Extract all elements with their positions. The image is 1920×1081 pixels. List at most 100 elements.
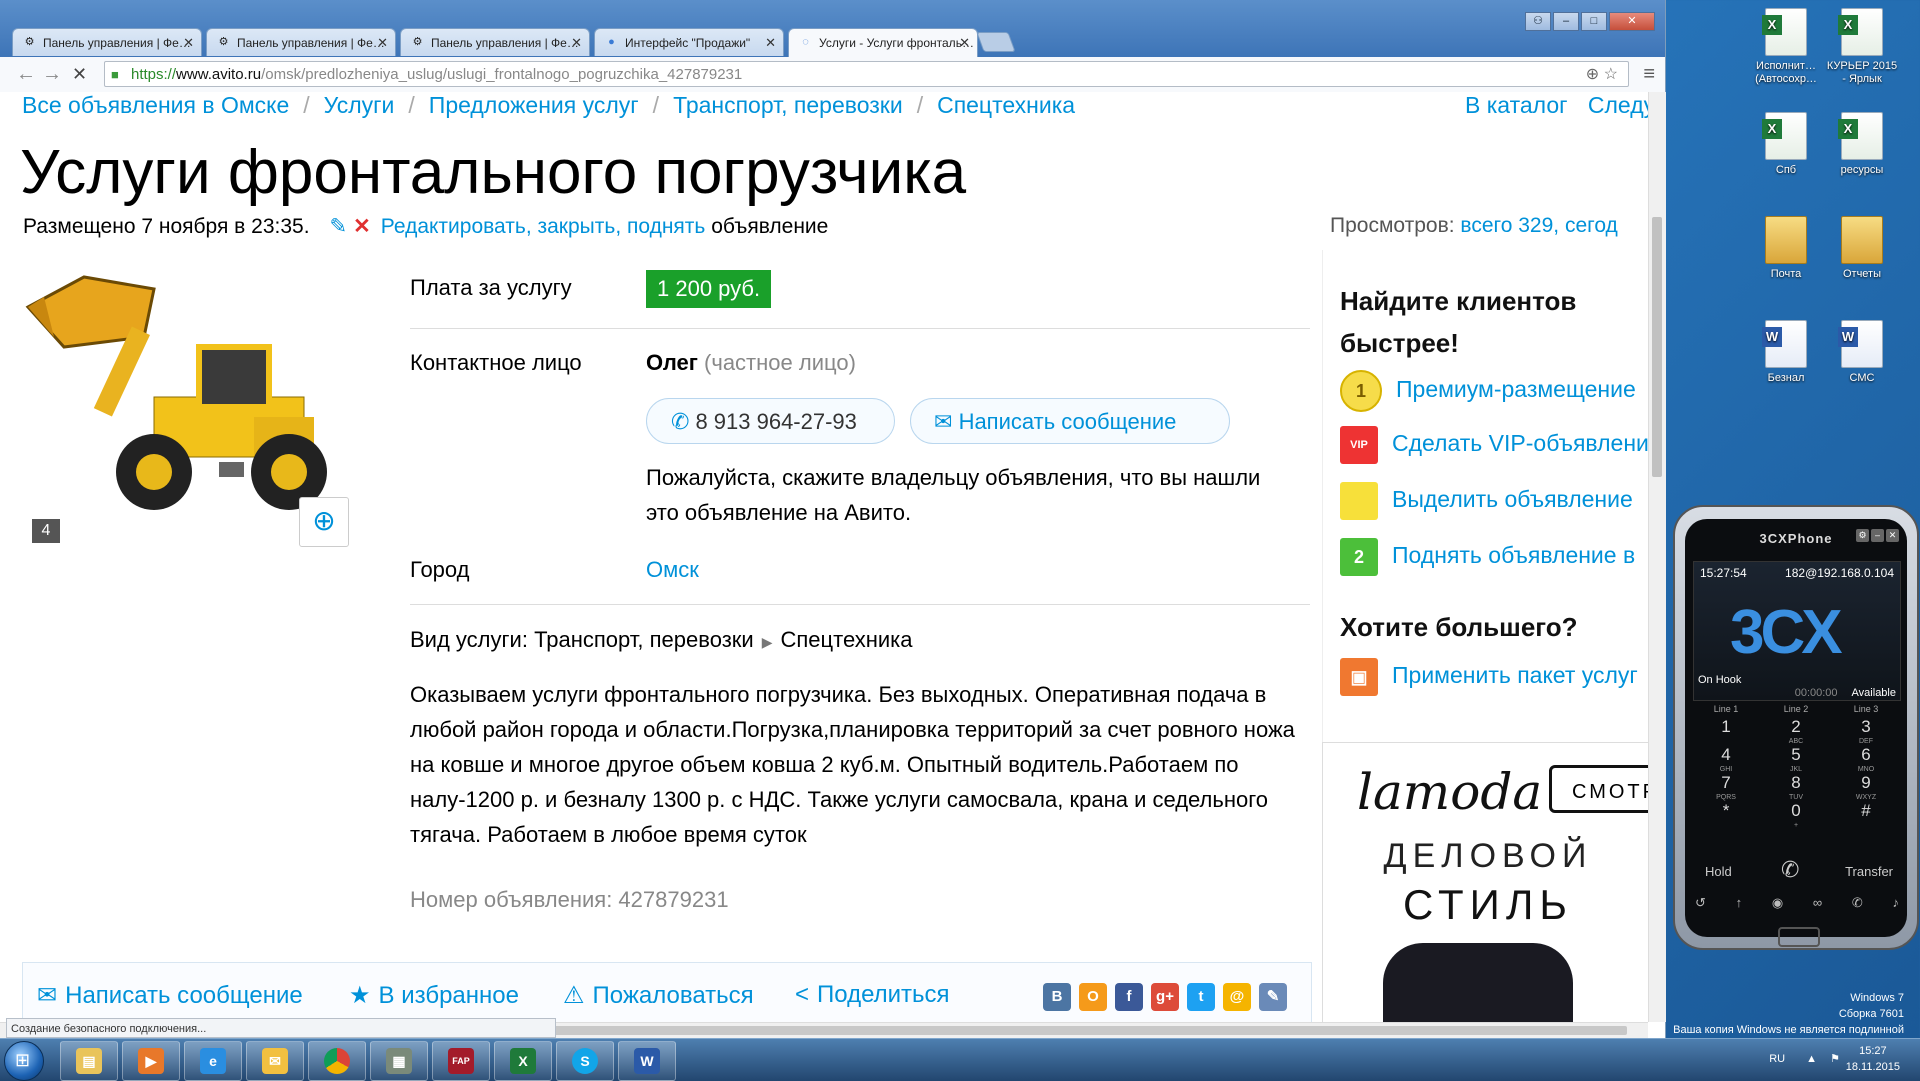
promo-premium[interactable]: 1 Премиум-размещение	[1340, 370, 1636, 412]
next-link[interactable]: Следу	[1588, 92, 1648, 118]
tray-clock[interactable]: 15:27 18.11.2015	[1846, 1043, 1900, 1075]
dialpad-key-7[interactable]: 7 PQRS	[1693, 772, 1759, 802]
catalog-link[interactable]: В каталог	[1465, 92, 1568, 118]
edit-link[interactable]: Редактировать, закрыть, поднять	[381, 215, 706, 238]
taskbar-skype[interactable]: S	[556, 1041, 614, 1081]
conference-icon[interactable]: ✆	[1852, 895, 1863, 911]
favorite-action[interactable]: ★ В избранное	[349, 981, 519, 1010]
lamoda-banner[interactable]: lamoda СМОТР ДЕЛОВОЙ СТИЛЬ	[1322, 742, 1648, 1022]
dialpad-key-4[interactable]: 4 GHI	[1693, 744, 1759, 774]
pencil-icon[interactable]: ✎	[330, 215, 348, 238]
promo-package-label[interactable]: Применить пакет услуг	[1392, 662, 1638, 688]
dialpad-key-2[interactable]: 2 ABC	[1763, 716, 1829, 746]
taskbar-explorer[interactable]: ▤	[60, 1041, 118, 1081]
contacts-icon[interactable]: ◉	[1772, 895, 1783, 911]
promo-raise-label[interactable]: Поднять объявление в	[1392, 542, 1635, 568]
address-bar[interactable]: ■ https://www.avito.ru/omsk/predlozheniya…	[104, 61, 1629, 87]
minimize-button[interactable]: –	[1553, 12, 1579, 31]
banner-button[interactable]: СМОТР	[1549, 765, 1648, 813]
back-icon[interactable]: ←	[16, 63, 36, 86]
taskbar-chrome[interactable]	[308, 1041, 366, 1081]
listing-photo[interactable]: 4 ⊕	[24, 267, 354, 547]
phone-home-button[interactable]	[1778, 927, 1820, 947]
call-log-icon[interactable]: ↺	[1695, 895, 1706, 911]
close-window-button[interactable]: ✕	[1609, 12, 1655, 31]
tab-3[interactable]: ⚙ Панель управления | Фе… ✕	[400, 28, 590, 56]
close-icon[interactable]: ✕	[183, 29, 194, 56]
promo-vip-label[interactable]: Сделать VIP-объявлени	[1392, 430, 1648, 456]
dialpad-key-8[interactable]: 8 TUV	[1763, 772, 1829, 802]
zoom-in-icon[interactable]: ⊕	[299, 497, 349, 547]
phone-button[interactable]: ✆ 8 913 964-27-93	[646, 398, 895, 444]
desktop-icon-resources[interactable]: ресурсы	[1826, 112, 1898, 177]
language-indicator[interactable]: RU	[1769, 1053, 1785, 1065]
show-hidden-icons[interactable]: ▲	[1806, 1053, 1817, 1065]
taskbar-excel[interactable]: X	[494, 1041, 552, 1081]
write-message-action[interactable]: ✉ Написать сообщение	[37, 981, 303, 1010]
promo-premium-label[interactable]: Премиум-размещение	[1396, 376, 1636, 402]
desktop-icon-kurer[interactable]: КУРЬЕР 2015 - Ярлык	[1826, 8, 1898, 86]
taskbar-app[interactable]: ▦	[370, 1041, 428, 1081]
settings-icon[interactable]: ⚙	[1856, 529, 1869, 542]
desktop-icon-spb[interactable]: Спб	[1750, 112, 1822, 177]
delete-icon[interactable]: ✕	[353, 215, 371, 238]
odnoklassniki-icon[interactable]: О	[1079, 983, 1107, 1011]
send-message-button[interactable]: ✉ Написать сообщение	[910, 398, 1230, 444]
dialpad-key-3[interactable]: 3 DEF	[1833, 716, 1899, 746]
promo-raise[interactable]: 2 Поднять объявление в	[1340, 538, 1635, 576]
taskbar-fap[interactable]: FAP	[432, 1041, 490, 1081]
forward-icon[interactable]: →	[42, 63, 62, 86]
desktop-icon-beznal[interactable]: Безнал	[1750, 320, 1822, 385]
taskbar-ie[interactable]: e	[184, 1041, 242, 1081]
close-icon[interactable]: ✕	[377, 29, 388, 56]
city-link[interactable]: Омск	[646, 557, 699, 583]
new-tab-button[interactable]	[976, 32, 1016, 52]
promo-highlight-label[interactable]: Выделить объявление	[1392, 486, 1633, 512]
dialpad-key-6[interactable]: 6 MNO	[1833, 744, 1899, 774]
voicemail-icon[interactable]: ∞	[1813, 895, 1822, 911]
promo-vip[interactable]: VIP Сделать VIP-объявлени	[1340, 426, 1648, 464]
availability-status[interactable]: 00:00:00 Available	[1795, 687, 1896, 699]
breadcrumb-all-omsk[interactable]: Все объявления в Омске	[22, 92, 289, 118]
desktop-icon-sms[interactable]: СМС	[1826, 320, 1898, 385]
taskbar-mail[interactable]: ✉	[246, 1041, 304, 1081]
breadcrumb-services[interactable]: Услуги	[324, 92, 395, 118]
dialpad-key-5[interactable]: 5 JKL	[1763, 744, 1829, 774]
tab-4[interactable]: ● Интерфейс "Продажи" ✕	[594, 28, 784, 56]
stop-loading-icon[interactable]: ✕	[72, 64, 87, 85]
line-2-button[interactable]: Line 2	[1763, 702, 1829, 716]
vertical-scrollbar[interactable]	[1648, 92, 1666, 1022]
breadcrumb-transport[interactable]: Транспорт, перевозки	[673, 92, 903, 118]
vk-icon[interactable]: В	[1043, 983, 1071, 1011]
mailru-icon[interactable]: @	[1223, 983, 1251, 1011]
close-icon[interactable]: ✕	[765, 29, 776, 56]
network-flag-icon[interactable]: ⚑	[1830, 1053, 1840, 1065]
start-button[interactable]: ⊞	[4, 1041, 44, 1081]
desktop-icon-ispolnit[interactable]: Исполнит… (Автосохр…	[1750, 8, 1822, 86]
menu-icon[interactable]: ≡	[1643, 63, 1655, 86]
promo-highlight[interactable]: Выделить объявление	[1340, 482, 1633, 520]
promo-package[interactable]: ▣ Применить пакет услуг	[1340, 658, 1638, 696]
breadcrumb-special-machinery[interactable]: Спецтехника	[937, 92, 1075, 118]
taskbar-media-player[interactable]: ▶	[122, 1041, 180, 1081]
mute-icon[interactable]: ♪	[1892, 895, 1899, 911]
facebook-icon[interactable]: f	[1115, 983, 1143, 1011]
google-plus-icon[interactable]: g+	[1151, 983, 1179, 1011]
user-icon[interactable]: ⚇	[1525, 12, 1551, 31]
livejournal-icon[interactable]: ✎	[1259, 983, 1287, 1011]
close-icon[interactable]: ✕	[959, 29, 970, 57]
call-handset-icon[interactable]: ✆	[1781, 857, 1799, 883]
maximize-button[interactable]: □	[1581, 12, 1607, 31]
complain-action[interactable]: ⚠ Пожаловаться	[563, 981, 754, 1010]
line-3-button[interactable]: Line 3	[1833, 702, 1899, 716]
breadcrumb-service-offers[interactable]: Предложения услуг	[429, 92, 639, 118]
tab-2[interactable]: ⚙ Панель управления | Фе… ✕	[206, 28, 396, 56]
close-icon[interactable]: ✕	[571, 29, 582, 56]
scrollbar-thumb[interactable]	[1652, 217, 1662, 477]
dialpad-key-star[interactable]: *	[1693, 800, 1759, 830]
close-button[interactable]: ✕	[1886, 529, 1899, 542]
taskbar-word[interactable]: W	[618, 1041, 676, 1081]
share-action[interactable]: < Поделиться	[795, 981, 950, 1009]
redial-icon[interactable]: ↑	[1736, 895, 1743, 911]
line-1-button[interactable]: Line 1	[1693, 702, 1759, 716]
